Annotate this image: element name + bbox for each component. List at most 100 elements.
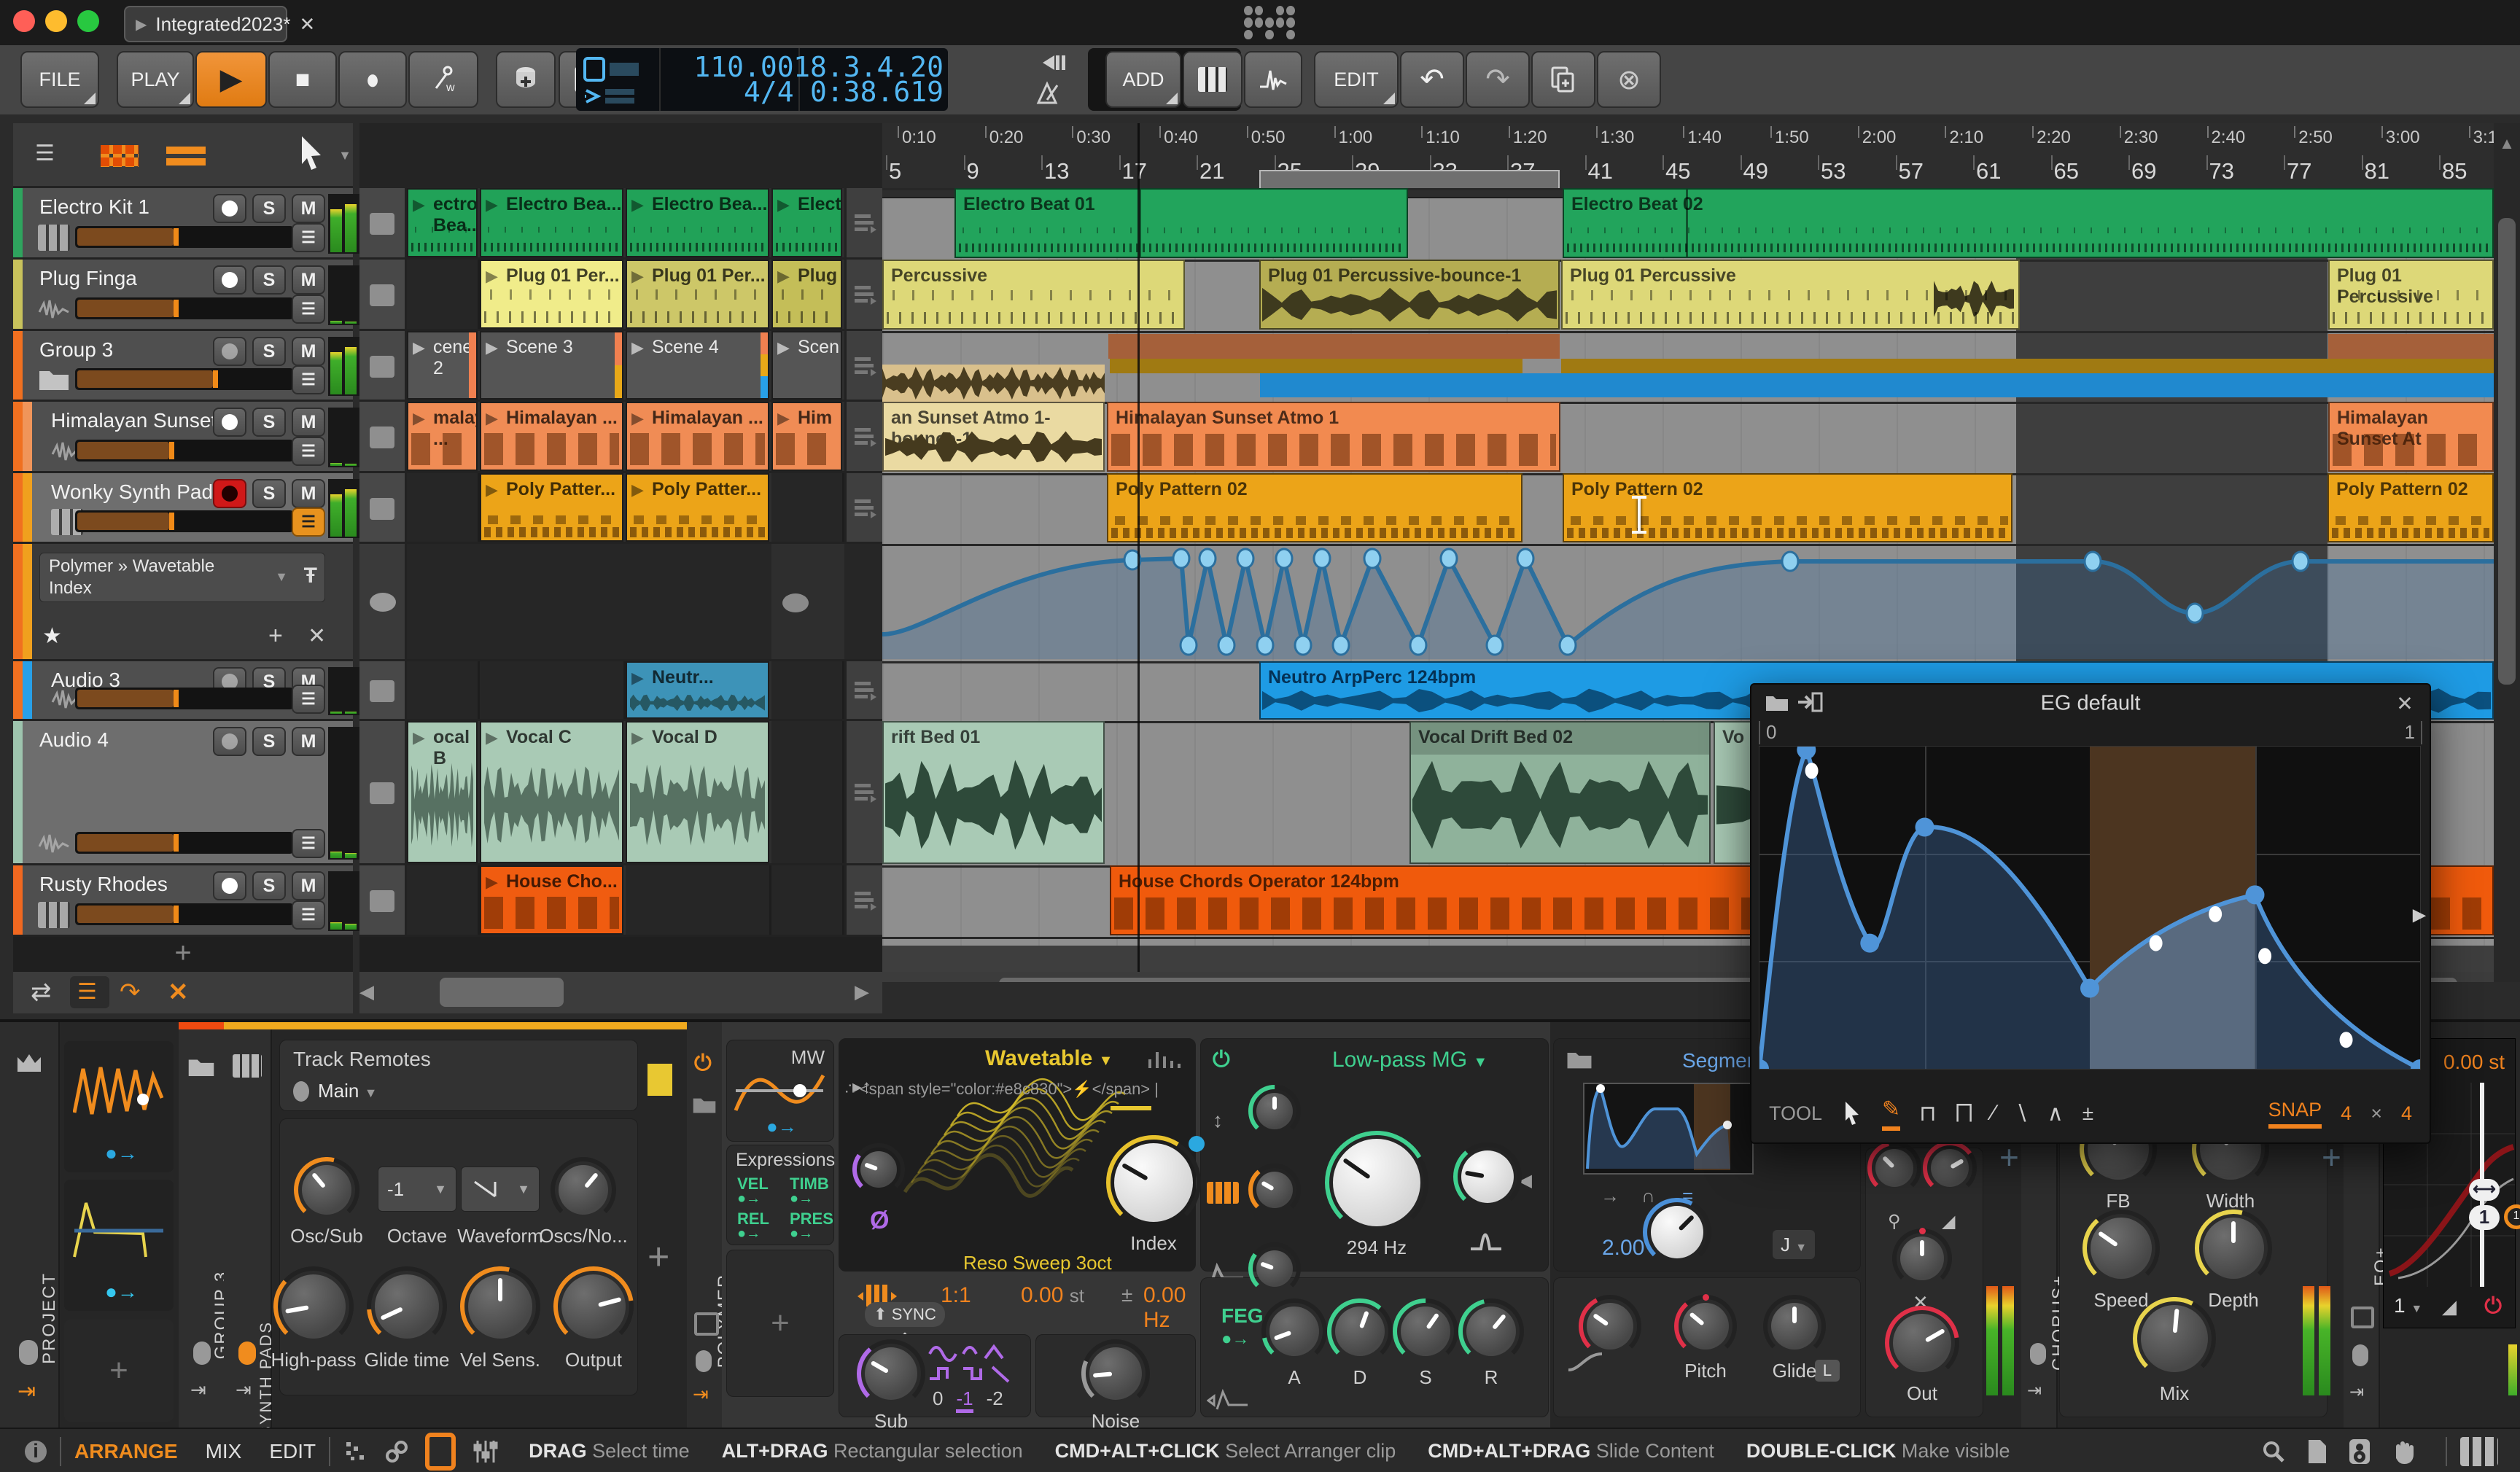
launcher-clip[interactable]: ▶ Electro Bea... [626,188,769,257]
solo-button[interactable]: S [252,408,286,437]
record-arm-button[interactable] [213,727,246,756]
empty-clip-slot[interactable] [480,661,626,719]
record-oval-icon[interactable] [370,592,396,612]
automation-stop-cell[interactable] [359,544,407,659]
solo-button[interactable]: S [252,337,286,366]
alt-launcher-cell[interactable] [844,721,884,863]
stop-clip-icon[interactable] [370,213,394,235]
play-button[interactable]: ▶ [195,51,267,108]
launcher-clip[interactable]: ▶ Poly Patter... [480,473,623,542]
solo-button[interactable]: S [252,194,286,223]
link-icon[interactable] [384,1439,409,1464]
snap-grid-b[interactable]: 4 [2401,1102,2412,1125]
scene-play-icon[interactable]: ▶ [631,338,644,357]
stop-clip-icon[interactable] [370,284,394,306]
launcher-clip[interactable]: ▶ Himalayan ... [626,402,769,471]
track-menu-button[interactable]: ☰ [292,685,325,714]
arranger-clip[interactable]: Plug 01 Percussive-bounce-1 [1259,260,1560,330]
route-icon[interactable]: ⇥ [2349,1382,2364,1403]
add-track-row[interactable] [359,937,882,972]
solo-button[interactable]: S [252,479,286,508]
preset-box-icon[interactable] [2351,1307,2374,1328]
glide-knob[interactable] [1763,1295,1826,1358]
record-arm-button[interactable] [213,337,246,366]
add-audio-track-button[interactable] [1244,51,1302,108]
clip-stop-cell[interactable] [359,188,407,257]
add-instrument-track-button[interactable] [1183,51,1242,108]
close-traffic-light[interactable] [13,10,35,32]
project-tab[interactable]: ▶ Integrated2023* ✕ [124,6,315,42]
time-signature[interactable]: 4/4 [744,76,794,108]
mute-button[interactable]: M [292,408,325,437]
s-knob[interactable] [1393,1298,1458,1364]
294-hz-knob[interactable] [1325,1131,1428,1234]
cursor-tool-button[interactable]: ▼ [290,131,353,179]
pitch-knob[interactable] [1674,1294,1737,1358]
auto-lane-toggle[interactable]: ☰ [70,976,109,1008]
clip-play-icon[interactable]: ▶ [631,195,644,214]
grid-view-icon[interactable] [101,145,139,167]
index-knob[interactable] [1106,1135,1205,1230]
launcher-clip[interactable]: ▶ malayan ... [407,402,478,471]
empty-clip-slot[interactable] [771,661,844,719]
solo-button[interactable]: S [252,265,286,295]
automation-lane[interactable] [882,544,2494,659]
play-menu-button[interactable]: PLAY [117,51,194,108]
mute-button[interactable]: M [292,871,325,900]
sub-octave--1[interactable]: -1 [956,1387,973,1413]
launcher-clip[interactable]: ▶ House Cho... [480,865,623,935]
expressions-panel[interactable]: Expressions VEL ●→ TIMB ●→ REL ●→ PRES ●→ [726,1145,835,1245]
device-knob[interactable] [1643,1198,1711,1266]
mouse-icon[interactable] [2352,1344,2368,1366]
segments-rate-value[interactable]: 2.00 [1602,1236,1644,1261]
pin-route-icon[interactable]: ⇥ [18,1379,36,1404]
automation-param-selector[interactable]: Polymer » Wavetable Index ▼ Ŧ [39,553,325,602]
arranger-clip[interactable]: Plug 01 Percussive [2328,260,2494,330]
search-icon[interactable] [2260,1438,2287,1465]
track-header-electro-kit-1[interactable]: Electro Kit 1 S M ☰ [13,188,360,260]
track-header-group-3[interactable]: Group 3 S M ☰ [13,331,360,402]
device-knob[interactable] [1248,1085,1301,1137]
file-button[interactable]: FILE [20,51,99,108]
eg-window-header[interactable]: EG default ✕ [1751,685,2430,720]
record-arm-button[interactable] [213,479,246,508]
position-display[interactable]: 18.3.4.20 0:38.619 [793,48,948,111]
preset-box-icon[interactable] [694,1312,719,1336]
device-knob[interactable] [1923,1141,1977,1195]
route-icon[interactable]: ⇥ [693,1383,709,1406]
add-modulator-slot[interactable]: + [64,1320,174,1422]
undo-button[interactable]: ↶ [1400,51,1464,108]
device-knob[interactable] [1892,1228,1952,1288]
sub-octave--2[interactable]: -2 [987,1387,1003,1409]
arranger-clip[interactable]: Poly Pattern 02 [1563,473,2012,542]
record-arm-button[interactable] [213,871,246,900]
r-knob[interactable] [1458,1298,1524,1364]
step2-tool-icon[interactable]: ⨅ [1956,1101,1973,1126]
automation-write-button[interactable]: w [408,51,478,108]
timeline-ruler[interactable]: 0:10 0:20 0:30 0:40 0:50 1:00 1:10 1:20 1:30 1:40… [882,123,2494,198]
track-header-plug-finga[interactable]: Plug Finga S M ☰ [13,260,360,331]
device-knob[interactable] [1248,1242,1301,1295]
redo-button[interactable]: ↷ [1466,51,1530,108]
device-knob[interactable] [1867,1141,1921,1195]
stop-clip-icon[interactable] [370,680,394,702]
pin-icon[interactable]: Ŧ [304,564,317,588]
eq-band-width-handle[interactable]: ⟷ [2469,1179,2500,1201]
stop-clip-icon[interactable] [370,355,394,378]
stop-clip-icon[interactable] [370,782,394,804]
record-arm-button[interactable] [213,408,246,437]
volume-slider[interactable] [75,510,294,532]
launcher-clip[interactable]: ▶ Plug 01 Per... [626,260,769,329]
empty-clip-slot[interactable] [407,661,480,719]
automation-follow-icon[interactable]: ★ [42,623,62,649]
track-menu-button[interactable]: ☰ [292,829,325,858]
group-3-rail[interactable]: GROUP 3 ⇥ [179,1022,231,1430]
clip-stop-cell[interactable] [359,331,407,400]
clip-stop-cell[interactable] [359,260,407,329]
eq-power-icon[interactable]: ⏻ [2484,1294,2502,1319]
volume-slider[interactable] [75,903,294,925]
clip-mode-icon[interactable] [425,1432,456,1471]
add-track-plus[interactable]: + [13,937,353,972]
solo-button[interactable]: S [252,871,286,900]
track-menu-button[interactable]: ☰ [292,437,325,466]
